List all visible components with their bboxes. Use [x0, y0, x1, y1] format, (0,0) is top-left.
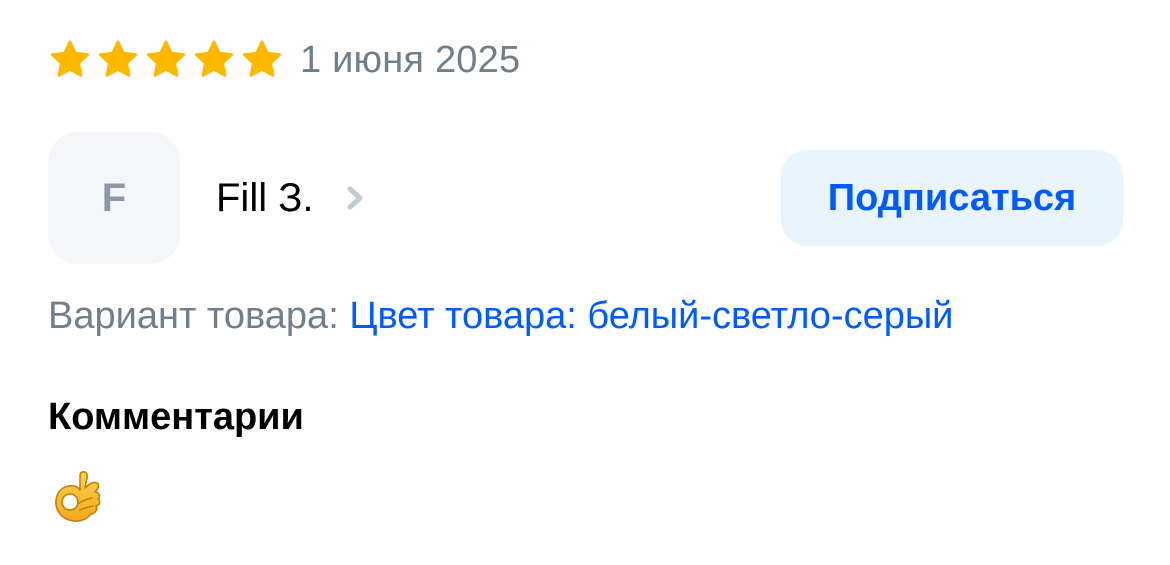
avatar-initial: F [101, 175, 127, 220]
ok-hand-emoji-icon [52, 468, 104, 524]
product-variant: Вариант товара: Цвет товара: белый-светл… [48, 290, 953, 342]
author-name: Fill З. [216, 175, 314, 220]
star-icon [240, 38, 284, 82]
star-icon [192, 38, 236, 82]
review-card: 1 июня 2025 F Fill З. Подписаться Вариан… [48, 0, 1128, 565]
variant-value-link[interactable]: Цвет товара: белый-светло-серый [349, 295, 953, 337]
subscribe-button[interactable]: Подписаться [781, 150, 1123, 246]
star-icon [144, 38, 188, 82]
rating-row: 1 июня 2025 [48, 36, 520, 84]
author-profile-link[interactable]: Fill З. [216, 132, 369, 264]
review-date: 1 июня 2025 [300, 39, 521, 81]
avatar[interactable]: F [48, 132, 180, 264]
comments-heading: Комментарии [48, 396, 304, 438]
star-rating [48, 38, 284, 82]
star-icon [96, 38, 140, 82]
star-icon [48, 38, 92, 82]
author-row: F Fill З. Подписаться [48, 132, 1124, 264]
chevron-right-icon [343, 183, 369, 213]
variant-label: Вариант товара: [48, 295, 339, 337]
